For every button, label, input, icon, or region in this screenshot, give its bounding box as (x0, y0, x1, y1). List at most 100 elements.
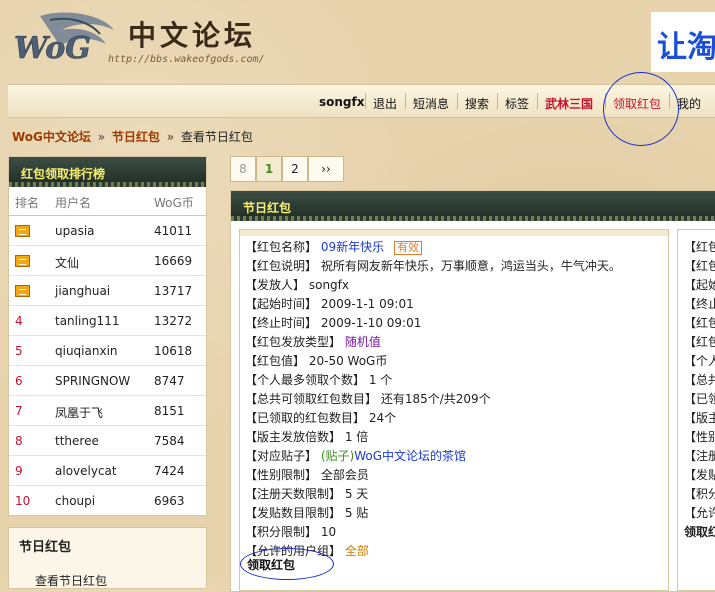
rank-username[interactable]: tanling111 (55, 314, 119, 328)
rank-coins: 13717 (154, 284, 193, 298)
label: 【红包发放类型】 (245, 335, 342, 349)
breadcrumb-sep: » (97, 130, 106, 144)
secondary-field-label: 【发贴 (684, 468, 715, 482)
value: 1 倍 (344, 430, 369, 444)
rank-username[interactable]: ttheree (55, 434, 99, 448)
rank-coins: 7584 (154, 434, 185, 448)
label: 【红包说明】 (245, 259, 318, 273)
breadcrumb-redpacket[interactable]: 节日红包 (112, 130, 160, 144)
field-sender: 【发放人】 songfx (245, 276, 349, 293)
secondary-field-label: 【终止 (684, 297, 715, 311)
nav-divider (537, 93, 538, 109)
rank-coins: 13272 (154, 314, 193, 328)
page-last-link[interactable]: ›› (308, 156, 344, 182)
value: 全部 (344, 544, 369, 558)
nav-tags[interactable]: 标签 (505, 95, 529, 112)
secondary-field-label: 【已领 (684, 392, 715, 406)
field-thread: 【对应贴子】 (贴子)WoG中文论坛的茶馆 (245, 447, 466, 464)
secondary-field-label: 领取红 (684, 525, 715, 539)
rank-panel-header: 红包领取排行榜 (9, 157, 206, 187)
secondary-field-label: 【注册 (684, 449, 715, 463)
rank-username[interactable]: qiuqianxin (55, 344, 118, 358)
nav-user[interactable]: songfx (319, 95, 364, 109)
nav-my[interactable]: 我的 (677, 95, 701, 112)
rank-row: 2 文仙 16669 (9, 246, 206, 276)
rank-row: 4 tanling111 13272 (9, 306, 206, 336)
rank-coins: 6963 (154, 494, 185, 508)
field-type: 【红包发放类型】 随机值 (245, 333, 381, 350)
rank-table-header: 排名 用户名 WoG币 (9, 187, 206, 216)
secondary-field-label: 【允许 (684, 506, 715, 520)
rank-username[interactable]: 文仙 (55, 254, 79, 271)
rank-username[interactable]: choupi (55, 494, 95, 508)
forum-url: http://bbs.wakeofgods.com/ (108, 54, 265, 65)
rank-username[interactable]: alovelycat (55, 464, 117, 478)
rank-username[interactable]: jianghuai (55, 284, 110, 298)
rank-username[interactable]: 凤凰于飞 (55, 404, 103, 421)
info-top-strip (240, 230, 668, 236)
label: 【终止时间】 (245, 316, 318, 330)
nav-search[interactable]: 搜索 (465, 95, 489, 112)
field-desc: 【红包说明】 祝所有网友新年快乐，万事顺意，鸿运当头，牛气冲天。 (245, 257, 621, 274)
detail-panel-title: 节日红包 (243, 201, 292, 215)
label: 【红包名称】 (245, 240, 318, 254)
value: 5 天 (344, 487, 369, 501)
secondary-field-label: 【起始 (684, 278, 715, 292)
breadcrumb-sep: » (166, 130, 175, 144)
rank-panel: 红包领取排行榜 排名 用户名 WoG币 1 upasia 41011 2 文仙 16669… (8, 156, 207, 516)
rank-number: 5 (15, 344, 23, 358)
rank-panel-title: 红包领取排行榜 (21, 167, 106, 181)
field-total: 【总共可领取红包数目】 还有185个/共209个 (245, 390, 491, 407)
rank-medal-icon: 1 (15, 225, 30, 237)
field-start-time: 【起始时间】 2009-1-1 09:01 (245, 295, 414, 312)
holiday-box-title: 节日红包 (19, 540, 72, 555)
logo-mark-text: WoG (14, 31, 91, 66)
field-name: 【红包名称】 09新年快乐 有效 (245, 238, 422, 255)
nav-wulin-sanguo[interactable]: 武林三国 (545, 95, 593, 112)
field-end-time: 【终止时间】 2009-1-10 09:01 (245, 314, 421, 331)
field-multiplier: 【版主发放倍数】 1 倍 (245, 428, 368, 445)
nav-messages[interactable]: 短消息 (413, 95, 449, 112)
col-coins: WoG币 (154, 196, 194, 210)
page-current: 1 (256, 156, 282, 182)
breadcrumb-forum[interactable]: WoG中文论坛 (12, 130, 91, 144)
rank-coins: 10618 (154, 344, 193, 358)
rank-username[interactable]: upasia (55, 224, 95, 238)
page-2-link[interactable]: 2 (282, 156, 308, 182)
secondary-field-label: 【总共 (684, 373, 715, 387)
nav-divider (497, 93, 498, 109)
label: 【已领取的红包数目】 (245, 411, 366, 425)
field-posts: 【发贴数目限制】 5 贴 (245, 504, 368, 521)
label: 【对应贴子】 (245, 449, 318, 463)
rank-table-body: 1 upasia 41011 2 文仙 16669 3 jianghuai 13717 4 tanl… (9, 216, 206, 515)
ad-banner-text: 让淘 (657, 30, 715, 65)
field-claimed: 【已领取的红包数目】 24个 (245, 409, 396, 426)
value: songfx (308, 278, 349, 292)
label: 【发放人】 (245, 278, 306, 292)
value: 10 (320, 525, 337, 539)
rank-row: 6 SPRINGNOW 8747 (9, 366, 206, 396)
redpacket-name: 09新年快乐 (320, 240, 385, 254)
value: 1 个 (368, 373, 393, 387)
value: 2009-1-1 09:01 (320, 297, 414, 311)
nav-divider (405, 93, 406, 109)
annotation-circle-claim (240, 548, 334, 580)
redpacket-detail-panel: 节日红包 【红包名称】 09新年快乐 有效 【红包说明】 祝所有网友新年快乐，万… (230, 190, 715, 592)
rank-username[interactable]: SPRINGNOW (55, 374, 130, 388)
nav-divider (365, 93, 366, 109)
rank-medal-icon: 2 (15, 255, 30, 267)
secondary-field-label: 【红包 (684, 335, 715, 349)
breadcrumb-current: 查看节日红包 (180, 130, 253, 144)
rank-coins: 8747 (154, 374, 185, 388)
rank-row: 8 ttheree 7584 (9, 426, 206, 456)
holiday-redpacket-box: 节日红包 查看节日红包 (8, 527, 207, 589)
nav-logout[interactable]: 退出 (373, 95, 397, 112)
label: 【版主发放倍数】 (245, 430, 342, 444)
wog-logo[interactable]: WoG (10, 8, 120, 72)
ad-banner[interactable]: 让淘 (651, 12, 715, 72)
thread-link[interactable]: WoG中文论坛的茶馆 (354, 449, 466, 463)
forum-title: 中文论坛 (128, 19, 257, 52)
field-gender: 【性别限制】 全部会员 (245, 466, 369, 483)
value: 随机值 (344, 335, 381, 349)
rank-row: 3 jianghuai 13717 (9, 276, 206, 306)
